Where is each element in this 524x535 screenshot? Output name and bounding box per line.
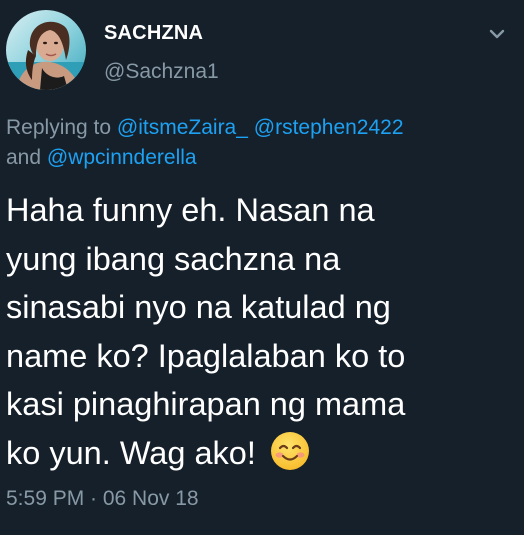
- tweet-text-line: name ko? Ipaglalaban ko to: [6, 337, 406, 374]
- reply-context: Replying to @itsmeZaira_ @rstephen2422: [6, 113, 516, 143]
- tweet-text-line: Haha funny eh. Nasan na: [6, 192, 375, 228]
- avatar-image: [6, 10, 86, 90]
- reply-prefix: Replying to: [6, 116, 117, 139]
- author-display-name[interactable]: SACHZNA: [104, 22, 203, 45]
- tweet-text-line: yung ibang sachzna na: [6, 240, 341, 277]
- tweet-text-fragment: ko yun. Wag ako!: [6, 434, 265, 471]
- author-handle[interactable]: @Sachzna1: [104, 60, 219, 84]
- tweet-text-line: kasi pinaghirapan ng mama: [6, 386, 406, 422]
- tweet-text-line: sinasabi nyo na katulad ng: [6, 289, 391, 325]
- tweet-card: SACHZNA @Sachzna1 Replying to @itsmeZair…: [0, 0, 524, 535]
- chevron-down-icon[interactable]: [486, 26, 508, 42]
- avatar[interactable]: [6, 10, 86, 90]
- tweet-text-line-last: ko yun. Wag ako!: [6, 429, 518, 478]
- smiling-face-with-smiling-eyes-icon: [270, 431, 309, 470]
- mention-link[interactable]: @itsmeZaira_: [117, 116, 248, 139]
- reply-conjunction: and: [6, 146, 47, 169]
- reply-context-continued: and @wpcinnderella: [6, 143, 516, 173]
- mention-link[interactable]: @wpcinnderella: [47, 146, 197, 169]
- tweet-text: Haha funny eh. Nasan na yung ibang sachz…: [6, 186, 518, 477]
- tweet-timestamp[interactable]: 5:59 PM · 06 Nov 18: [6, 487, 199, 511]
- mention-link[interactable]: @rstephen2422: [254, 116, 404, 139]
